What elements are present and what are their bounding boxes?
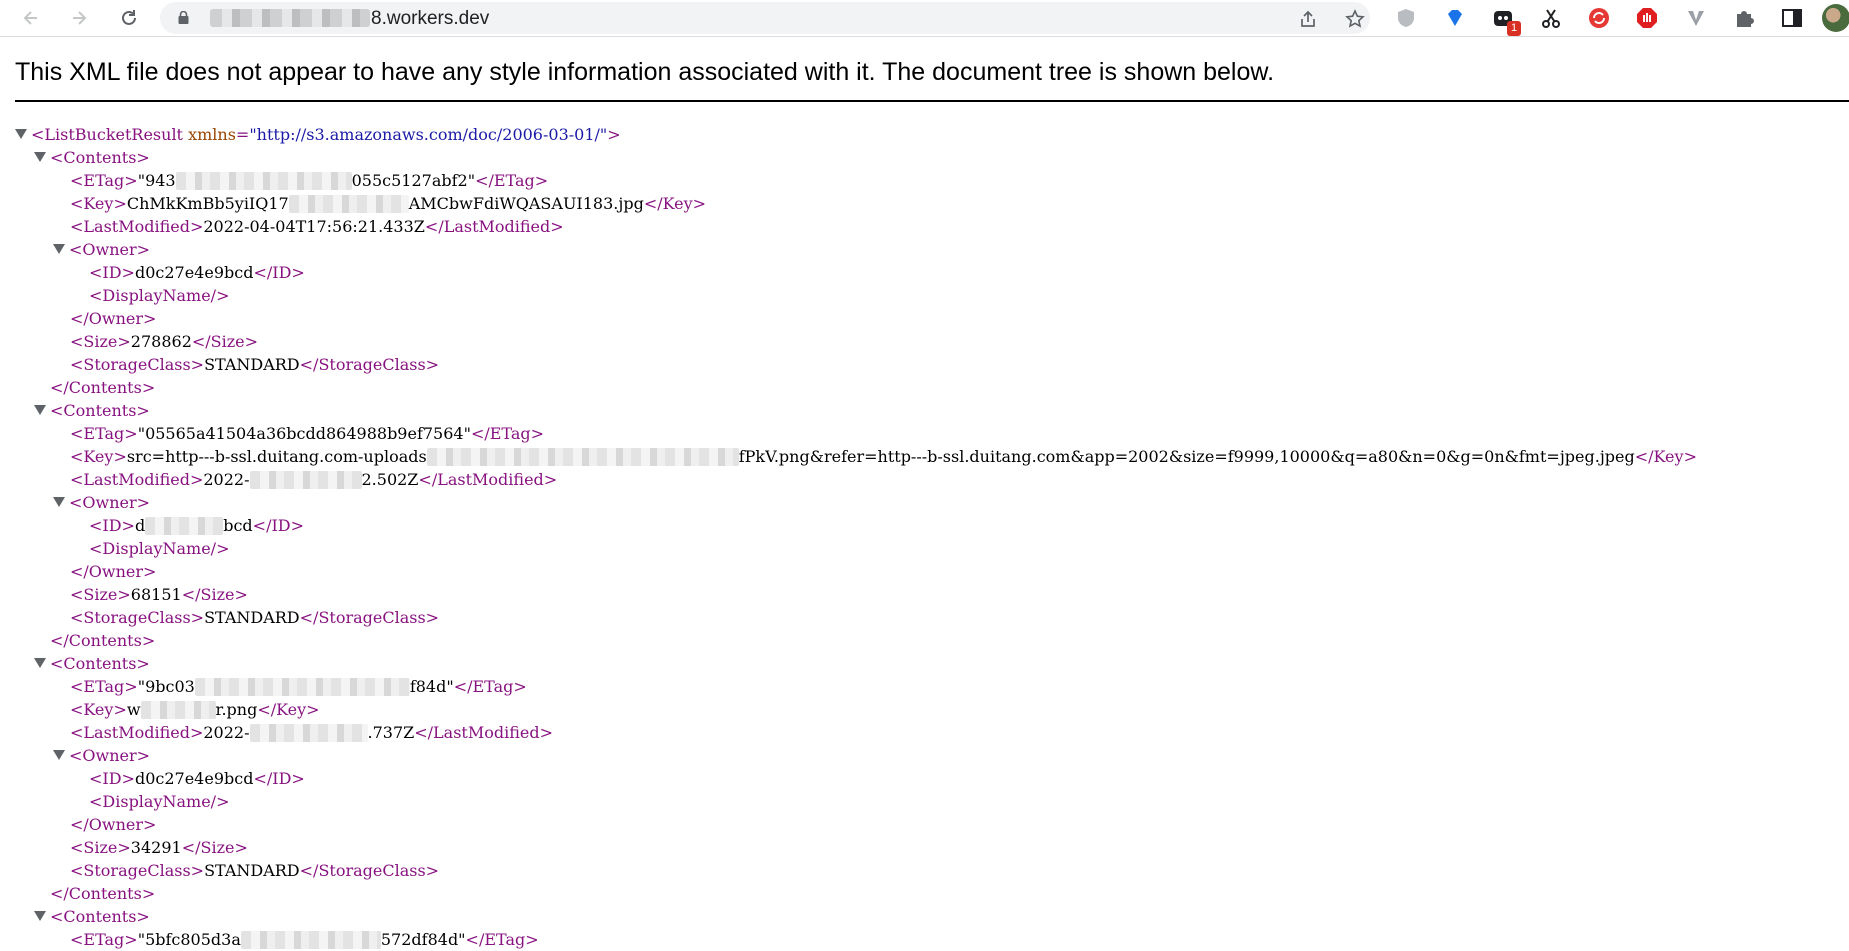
display-name-line: <DisplayName/> bbox=[89, 792, 230, 811]
owner-close-line: </Owner> bbox=[70, 815, 157, 834]
contents-close-line: </Contents> bbox=[50, 378, 156, 397]
back-button[interactable] bbox=[16, 3, 46, 33]
etag-line: <ETag>"9bc03 f84d"</ETag> bbox=[70, 677, 527, 696]
redacted-value bbox=[140, 701, 216, 719]
size-line: <Size>278862</Size> bbox=[70, 332, 259, 351]
last-modified-line: <LastModified>2022- 2.502Z</LastModified> bbox=[70, 470, 558, 489]
reload-icon bbox=[122, 10, 136, 25]
extension-badge: 1 bbox=[1507, 21, 1521, 36]
size-line: <Size>34291</Size> bbox=[70, 838, 248, 857]
display-name-line: <DisplayName/> bbox=[89, 286, 230, 305]
owner-open-line: <Owner> bbox=[53, 491, 150, 514]
collapse-triangle-icon[interactable] bbox=[34, 405, 46, 415]
owner-id-line: <ID>d bcd</ID> bbox=[89, 516, 305, 535]
contents-close-line: </Contents> bbox=[50, 631, 156, 650]
scissors-extension-icon[interactable] bbox=[1538, 5, 1564, 31]
collapse-triangle-icon[interactable] bbox=[53, 497, 65, 507]
owner-open-line: <Owner> bbox=[53, 238, 150, 261]
red-circle-extension-icon[interactable] bbox=[1586, 5, 1612, 31]
owner-close-line: </Owner> bbox=[70, 309, 157, 328]
etag-line: <ETag>"05565a41504a36bcdd864988b9ef7564"… bbox=[70, 424, 545, 443]
reload-button[interactable] bbox=[114, 3, 144, 33]
robot-extension-icon[interactable]: 1 bbox=[1490, 5, 1521, 36]
contents-open-line: <Contents> bbox=[34, 652, 150, 675]
storage-class-line: <StorageClass>STANDARD</StorageClass> bbox=[70, 861, 440, 880]
collapse-triangle-icon[interactable] bbox=[34, 152, 46, 162]
size-line: <Size>68151</Size> bbox=[70, 585, 248, 604]
v-extension-icon[interactable] bbox=[1683, 5, 1709, 31]
owner-id-line: <ID>d0c27e4e9bcd</ID> bbox=[89, 769, 305, 788]
owner-close-line: </Owner> bbox=[70, 562, 157, 581]
bookmark-star-icon[interactable] bbox=[1342, 6, 1368, 32]
xml-style-notice: This XML file does not appear to have an… bbox=[15, 58, 1275, 86]
address-bar[interactable]: 8.workers.dev bbox=[160, 2, 1370, 34]
storage-class-line: <StorageClass>STANDARD</StorageClass> bbox=[70, 608, 440, 627]
etag-line: <ETag>"943 055c5127abf2"</ETag> bbox=[70, 171, 549, 190]
redacted-value bbox=[240, 931, 381, 949]
key-line: <Key>ChMkKmBb5yiIQ17 AMCbwFdiWQASAUI183.j… bbox=[70, 194, 707, 213]
owner-open-line: <Owner> bbox=[53, 744, 150, 767]
root-open-line: <ListBucketResult xmlns="http://s3.amazo… bbox=[15, 123, 621, 146]
contents-close-line: </Contents> bbox=[50, 884, 156, 903]
key-line: <Key>w r.png</Key> bbox=[70, 700, 320, 719]
redacted-value bbox=[194, 678, 410, 696]
collapse-triangle-icon[interactable] bbox=[34, 658, 46, 668]
side-panel-icon[interactable] bbox=[1779, 5, 1805, 31]
storage-class-line: <StorageClass>STANDARD</StorageClass> bbox=[70, 355, 440, 374]
shield-extension-icon[interactable] bbox=[1393, 5, 1419, 31]
collapse-triangle-icon[interactable] bbox=[53, 750, 65, 760]
key-line: <Key>src=http---b-ssl.duitang.com-upload… bbox=[70, 447, 1697, 466]
url-text: 8.workers.dev bbox=[210, 8, 489, 30]
diamond-extension-icon[interactable] bbox=[1442, 5, 1468, 31]
header-divider bbox=[15, 100, 1849, 102]
lock-icon bbox=[178, 11, 189, 24]
redacted-value bbox=[145, 517, 224, 535]
share-icon[interactable] bbox=[1295, 6, 1321, 32]
hand-stop-extension-icon[interactable] bbox=[1634, 5, 1660, 31]
contents-open-line: <Contents> bbox=[34, 399, 150, 422]
forward-arrow-icon bbox=[73, 11, 87, 25]
browser-toolbar: 8.workers.dev 1 bbox=[0, 0, 1849, 37]
redacted-value bbox=[249, 471, 362, 489]
forward-button[interactable] bbox=[64, 3, 94, 33]
collapse-triangle-icon[interactable] bbox=[15, 129, 27, 139]
profile-avatar[interactable] bbox=[1822, 4, 1849, 32]
redacted-value bbox=[426, 448, 739, 466]
puzzle-extensions-icon[interactable] bbox=[1731, 5, 1757, 31]
etag-line: <ETag>"5bfc805d3a 572df84d"</ETag> bbox=[70, 930, 539, 949]
redacted-value bbox=[175, 172, 352, 190]
last-modified-line: <LastModified>2022-04-04T17:56:21.433Z</… bbox=[70, 217, 564, 236]
redacted-value bbox=[249, 724, 368, 742]
collapse-triangle-icon[interactable] bbox=[34, 911, 46, 921]
contents-open-line: <Contents> bbox=[34, 905, 150, 928]
owner-id-line: <ID>d0c27e4e9bcd</ID> bbox=[89, 263, 305, 282]
collapse-triangle-icon[interactable] bbox=[53, 244, 65, 254]
display-name-line: <DisplayName/> bbox=[89, 539, 230, 558]
back-arrow-icon bbox=[23, 11, 37, 25]
redacted-url-prefix bbox=[210, 9, 370, 27]
redacted-value bbox=[288, 195, 409, 213]
contents-open-line: <Contents> bbox=[34, 146, 150, 169]
last-modified-line: <LastModified>2022- .737Z</LastModified> bbox=[70, 723, 554, 742]
